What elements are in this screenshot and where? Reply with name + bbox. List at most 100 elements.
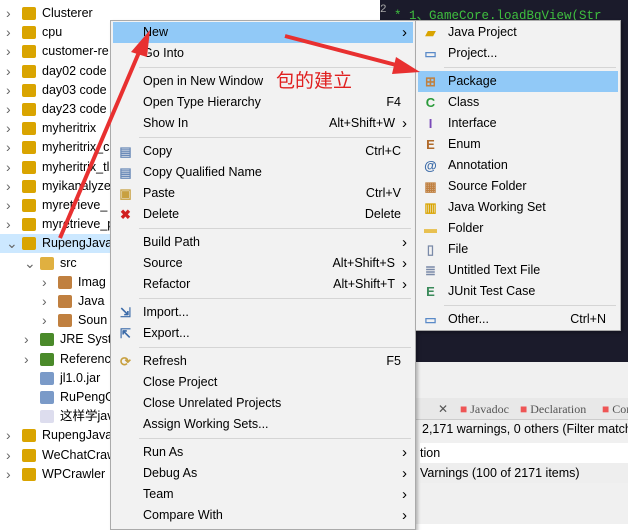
chevron-right-icon[interactable]: ›	[42, 292, 47, 311]
chevron-right-icon[interactable]: ›	[6, 158, 11, 177]
tree-item[interactable]: 这样学jav	[0, 407, 112, 426]
tab-declaration[interactable]: ■ Declaration	[520, 398, 586, 420]
chevron-right-icon[interactable]: ›	[6, 426, 11, 445]
menu-item-build-path[interactable]: Build Path ›	[113, 232, 413, 253]
menu-item-folder[interactable]: ▬ Folder	[418, 218, 618, 239]
tree-item[interactable]: › RupengJava	[0, 426, 112, 445]
chevron-right-icon[interactable]: ›	[6, 465, 11, 484]
chevron-right-icon[interactable]: ›	[6, 138, 11, 157]
chevron-right-icon[interactable]: ›	[6, 81, 11, 100]
menu-item-paste[interactable]: ▣ Paste Ctrl+V	[113, 183, 413, 204]
chevron-right-icon[interactable]: ›	[24, 350, 29, 369]
menu-item-untitled-text-file[interactable]: ≣ Untitled Text File	[418, 260, 618, 281]
menu-item-assign-working-sets[interactable]: Assign Working Sets...	[113, 414, 413, 435]
tree-item-label: myheritrix_c	[42, 140, 110, 155]
menu-item-source[interactable]: Source Alt+Shift+S ›	[113, 253, 413, 274]
chevron-right-icon[interactable]: ›	[6, 215, 11, 234]
menu-item-refresh[interactable]: ⟳ Refresh F5	[113, 351, 413, 372]
menu-item-debug-as[interactable]: Debug As ›	[113, 463, 413, 484]
tree-item-label: day02 code	[42, 63, 107, 78]
menu-item-close-project[interactable]: Close Project	[113, 372, 413, 393]
tree-item[interactable]: › myheritrix	[0, 119, 112, 138]
tree-item-label: Referenc	[60, 351, 111, 366]
menu-item-close-unrelated-projects[interactable]: Close Unrelated Projects	[113, 393, 413, 414]
tree-item[interactable]: › Java	[0, 292, 112, 311]
chevron-right-icon[interactable]: ›	[42, 311, 47, 330]
project-icon	[22, 7, 36, 20]
menu-item-annotation[interactable]: @ Annotation	[418, 155, 618, 176]
chevron-down-icon[interactable]: ⌄	[6, 234, 18, 253]
menu-item-other[interactable]: ▭ Other... Ctrl+N	[418, 309, 618, 330]
menu-item-team[interactable]: Team ›	[113, 484, 413, 505]
tree-item[interactable]: › day23 code	[0, 100, 112, 119]
chevron-right-icon[interactable]: ›	[42, 273, 47, 292]
tree-item[interactable]: RuPengG	[0, 388, 112, 407]
menu-item-label: Java Working Set	[448, 200, 546, 214]
menu-separator	[444, 67, 616, 68]
tree-item[interactable]: › customer-re	[0, 42, 112, 61]
chevron-right-icon[interactable]: ›	[6, 23, 11, 42]
chevron-right-icon[interactable]: ›	[24, 330, 29, 349]
menu-item-enum[interactable]: E Enum	[418, 134, 618, 155]
chevron-right-icon[interactable]: ›	[6, 196, 11, 215]
tree-item[interactable]: › Clusterer	[0, 4, 112, 23]
menu-item-run-as[interactable]: Run As ›	[113, 442, 413, 463]
menu-item-package[interactable]: ⊞ Package	[418, 71, 618, 92]
tree-item[interactable]: ⌄ src	[0, 254, 112, 273]
menu-item-project[interactable]: ▭ Project...	[418, 43, 618, 64]
tab-console[interactable]: ■ Con	[602, 398, 628, 420]
chevron-right-icon[interactable]: ›	[6, 119, 11, 138]
tree-item[interactable]: › myretrieve_p	[0, 215, 112, 234]
menu-item-new[interactable]: New ›	[113, 22, 413, 43]
tree-item[interactable]: › WeChatCraw	[0, 446, 112, 465]
tree-item[interactable]: › cpu	[0, 23, 112, 42]
tree-item[interactable]: › myikanalyze	[0, 177, 112, 196]
tree-item[interactable]: › myheritrix_c	[0, 138, 112, 157]
tree-item[interactable]: ⌄ RupengJava	[0, 234, 112, 254]
menu-item-source-folder[interactable]: ▦ Source Folder	[418, 176, 618, 197]
menu-item-label: Java Project	[448, 25, 517, 39]
project-icon	[22, 64, 36, 78]
tree-item[interactable]: › Referenc	[0, 350, 112, 369]
tree-item[interactable]: › myretrieve_	[0, 196, 112, 215]
tree-item[interactable]: › JRE Syste	[0, 330, 112, 349]
menu-item-copy[interactable]: ▤ Copy Ctrl+C	[113, 141, 413, 162]
menu-item-junit-test-case[interactable]: E JUnit Test Case	[418, 281, 618, 302]
menu-item-show-in[interactable]: Show In Alt+Shift+W ›	[113, 113, 413, 134]
menu-item-copy-qualified-name[interactable]: ▤ Copy Qualified Name	[113, 162, 413, 183]
chevron-right-icon[interactable]: ›	[6, 100, 11, 119]
chevron-right-icon[interactable]: ›	[6, 42, 11, 61]
tab-javadoc[interactable]: ■ Javadoc	[460, 398, 509, 420]
menu-item-import[interactable]: ⇲ Import...	[113, 302, 413, 323]
tree-item[interactable]: jl1.0.jar	[0, 369, 112, 388]
chevron-down-icon[interactable]: ⌄	[24, 254, 36, 273]
tree-item[interactable]: › myheritrix_tl	[0, 158, 112, 177]
submenu-arrow-icon: ›	[402, 115, 407, 132]
chevron-right-icon[interactable]: ›	[6, 177, 11, 196]
menu-item-class[interactable]: C Class	[418, 92, 618, 113]
menu-item-label: Other...	[448, 312, 489, 326]
tree-item[interactable]: › day02 code	[0, 62, 112, 81]
menu-item-open-in-new-window[interactable]: Open in New Window	[113, 71, 413, 92]
close-icon[interactable]: ✕	[438, 398, 448, 420]
chevron-right-icon[interactable]: ›	[6, 4, 11, 23]
menu-item-export[interactable]: ⇱ Export...	[113, 323, 413, 344]
menu-item-java-working-set[interactable]: ▥ Java Working Set	[418, 197, 618, 218]
menu-item-go-into[interactable]: Go Into	[113, 43, 413, 64]
chevron-right-icon[interactable]: ›	[6, 446, 11, 465]
menu-item-interface[interactable]: I Interface	[418, 113, 618, 134]
menu-item-delete[interactable]: ✖ Delete Delete	[113, 204, 413, 225]
tree-item[interactable]: › Soun	[0, 311, 112, 330]
tree-item[interactable]: › WPCrawler	[0, 465, 112, 484]
column-header[interactable]: tion	[420, 443, 628, 463]
tree-item[interactable]: › Imag	[0, 273, 112, 292]
menu-item-open-type-hierarchy[interactable]: Open Type Hierarchy F4	[113, 92, 413, 113]
menu-item-refactor[interactable]: Refactor Alt+Shift+T ›	[113, 274, 413, 295]
chevron-right-icon[interactable]: ›	[6, 62, 11, 81]
warnings-row[interactable]: Varnings (100 of 2171 items)	[420, 463, 628, 483]
menu-item-compare-with[interactable]: Compare With ›	[113, 505, 413, 526]
menu-item-java-project[interactable]: ▰ Java Project	[418, 22, 618, 43]
menu-item-file[interactable]: ▯ File	[418, 239, 618, 260]
interface-icon: I	[428, 116, 433, 131]
tree-item[interactable]: › day03 code	[0, 81, 112, 100]
